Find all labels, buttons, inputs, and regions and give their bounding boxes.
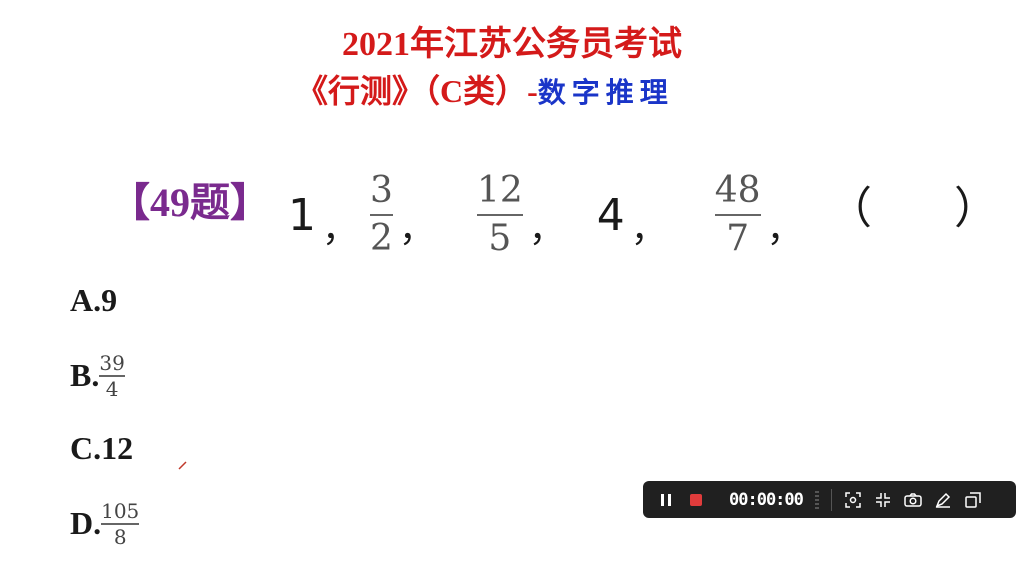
fraction-numerator: 105	[101, 499, 140, 523]
option-b-prefix: B.	[70, 357, 100, 394]
option-c: C.12	[70, 430, 134, 466]
shrink-icon[interactable]	[868, 485, 898, 515]
sequence-comma: ，	[630, 209, 667, 250]
number-sequence: 1 ， 3 2 ， 12 5 ， 4 ， 48 7 ，	[288, 160, 815, 270]
sequence-term-1: 1	[288, 189, 316, 241]
fraction-numerator: 39	[99, 351, 125, 375]
sequence-comma: ，	[322, 209, 359, 250]
pen-icon[interactable]	[928, 485, 958, 515]
fraction-bar	[714, 214, 761, 216]
camera-icon[interactable]	[898, 485, 928, 515]
fraction-numerator: 48	[714, 170, 761, 211]
option-d-fraction: 105 8	[101, 499, 140, 549]
fraction-numerator: 12	[476, 170, 523, 211]
sequence-comma: ，	[398, 209, 435, 250]
recording-timer: 00:00:00	[729, 489, 804, 510]
sequence-term-4: 4	[596, 189, 625, 241]
fraction-denominator: 7	[726, 218, 750, 259]
option-a: A.9	[70, 282, 118, 318]
option-b-fraction: 39 4	[99, 351, 125, 401]
subtitle-exam: 《行测》（C类）-	[296, 73, 538, 109]
fraction-denominator: 5	[488, 218, 512, 259]
page-subtitle: 《行测》（C类）-数字推理	[296, 66, 674, 112]
stop-icon[interactable]	[681, 485, 711, 515]
fraction-denominator: 4	[105, 376, 119, 401]
divider	[830, 488, 832, 511]
fraction-numerator: 3	[370, 170, 393, 211]
option-d-prefix: D.	[70, 505, 102, 542]
question-label: 【49题】	[110, 180, 270, 225]
sequence-comma: ，	[528, 209, 565, 250]
region-icon[interactable]	[838, 485, 868, 515]
screen-recorder-toolbar: 00:00:00	[643, 481, 1016, 518]
audio-level-meter	[814, 490, 819, 509]
page-title: 2021年江苏公务员考试	[342, 26, 682, 63]
sequence-term-3: 12 5	[476, 170, 523, 259]
fraction-denominator: 8	[113, 524, 127, 549]
sequence-term-2: 3 2	[370, 171, 393, 259]
fraction-bar	[476, 214, 523, 216]
sequence-term-5: 48 7	[714, 170, 761, 259]
option-d: D. 105 8	[70, 499, 140, 549]
fraction-bar	[370, 214, 393, 216]
subtitle-topic: 数字推理	[537, 76, 674, 109]
pen-cursor-icon	[178, 461, 187, 470]
fraction-denominator: 2	[370, 218, 393, 259]
pause-icon[interactable]	[651, 485, 681, 515]
window-icon[interactable]	[958, 485, 988, 515]
option-b: B. 39 4	[70, 352, 125, 400]
answer-blank: （ ）	[828, 183, 1024, 234]
sequence-comma: ，	[766, 209, 803, 250]
